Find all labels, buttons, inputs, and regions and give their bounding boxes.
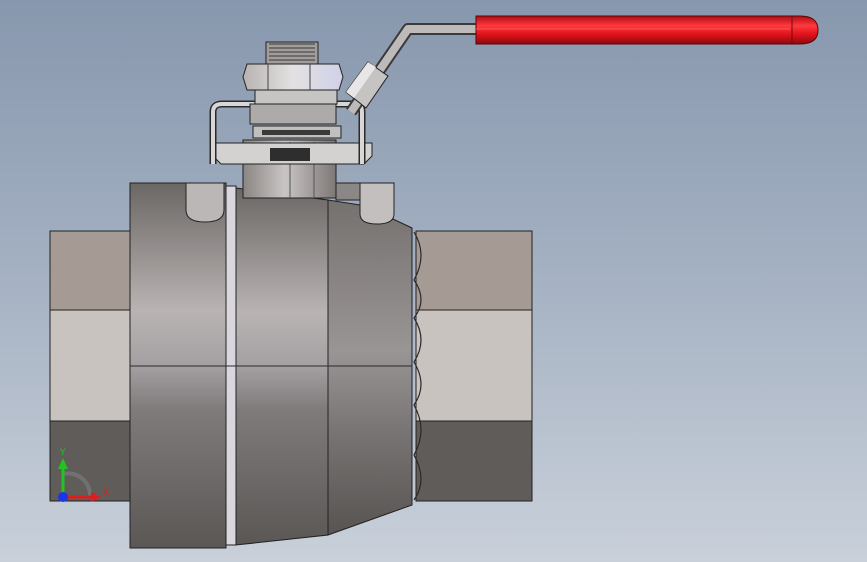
valve-model[interactable]: Y X (0, 0, 867, 562)
stop-plate (209, 89, 373, 165)
graphics-viewport[interactable]: Y X (0, 0, 867, 562)
stem-nut (242, 41, 344, 91)
y-axis-label: Y (59, 448, 66, 458)
right-end-connector (413, 230, 533, 502)
x-axis-label: X (103, 488, 109, 498)
handle-grip[interactable] (475, 15, 819, 45)
valve-body (129, 182, 413, 549)
z-axis-dot (58, 492, 68, 502)
valve-handle[interactable] (345, 15, 819, 116)
